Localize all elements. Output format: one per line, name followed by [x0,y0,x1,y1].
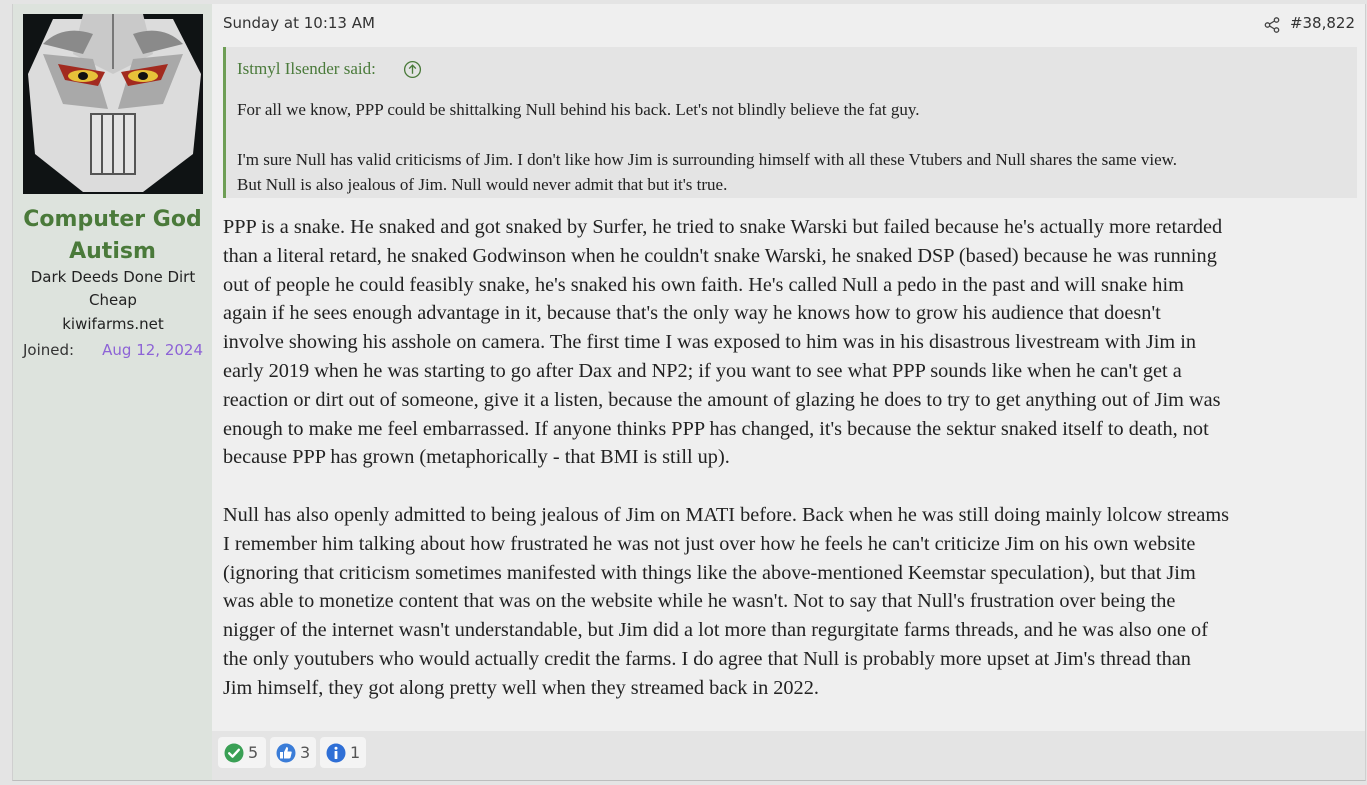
body-line: PPP is a snake. He snaked and got snaked… [223,216,1223,238]
body-line: again if he sees enough advantage in it,… [223,302,1161,325]
joined-row: Joined: Aug 12, 2024 [23,339,203,361]
reaction-count: 5 [248,743,259,762]
body-line: (ignoring that criticism sometimes manif… [223,561,1196,584]
reaction-count: 1 [350,743,361,762]
share-icon[interactable] [1264,17,1280,33]
body-line: Null has also openly admitted to being j… [223,503,1229,526]
body-line: out of people he could feasibly snake, h… [223,273,1184,296]
body-line: involve showing his asshole on camera. T… [223,331,1196,354]
post-date[interactable]: Sunday at 10:13 AM [223,14,375,32]
body-line: early 2019 when he was starting to go af… [223,359,1182,382]
forum-post: Computer God Autism Dark Deeds Done Dirt… [12,4,1366,781]
body-line: the only youtubers who would actually cr… [223,647,1191,670]
body-line: was able to monetize content that was on… [223,590,1176,613]
user-sidebar: Computer God Autism Dark Deeds Done Dirt… [13,4,212,780]
avatar[interactable] [23,14,203,194]
reaction-informative[interactable]: 1 [320,737,366,768]
reaction-like[interactable]: 3 [270,737,316,768]
quote-paragraph: I'm sure Null has valid criticisms of Ji… [237,150,1178,169]
quote-author[interactable]: Istmyl Ilsender said: [237,59,376,79]
reactions-bar: 5 3 1 [212,731,1365,780]
body-line: than a literal retard, he snaked Godwins… [223,244,1217,267]
quote-paragraph: But Null is also jealous of Jim. Null wo… [237,175,728,194]
body-line: nigger of the internet wasn't understand… [223,619,1208,642]
body-line: Jim himself, they got along pretty well … [223,676,819,699]
body-line: enough to make me feel embarrassed. If a… [223,417,1209,440]
body-line: because PPP has grown (metaphorically - … [223,446,730,469]
reaction-count: 3 [300,743,311,762]
post-number-link[interactable]: #38,822 [1290,14,1355,32]
info-icon [326,743,346,763]
thumbs-up-icon [276,743,296,763]
body-line: reaction or dirt out of someone, give it… [223,388,1221,411]
post-body: PPP is a snake. He snaked and got snaked… [223,213,1363,703]
user-site: kiwifarms.net [62,315,164,333]
reaction-agree[interactable]: 5 [218,737,266,768]
body-paragraph-1: PPP is a snake. He snaked and got snaked… [223,213,1363,472]
post-content: Sunday at 10:13 AM #38,822 Istmyl Ilsend… [212,4,1365,731]
avatar-image [23,14,203,194]
user-title: Dark Deeds Done Dirt Cheap [30,268,196,309]
check-circle-icon [224,743,244,763]
body-line: I remember him talking about how frustra… [223,532,1196,555]
quote-block: Istmyl Ilsender said: For all we know, P… [223,47,1357,198]
body-paragraph-2: Null has also openly admitted to being j… [223,501,1363,703]
quote-paragraph: For all we know, PPP could be shittalkin… [237,100,920,119]
joined-date: Aug 12, 2024 [102,341,203,359]
joined-label: Joined: [23,341,75,359]
arrow-up-circle-icon[interactable] [403,60,422,79]
username[interactable]: Computer God Autism [13,204,212,268]
